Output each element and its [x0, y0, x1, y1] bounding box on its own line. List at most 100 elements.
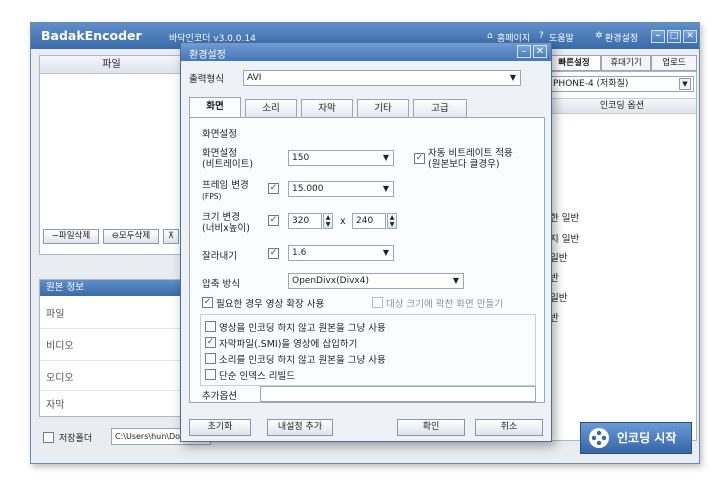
- help-icon: ?: [539, 31, 544, 41]
- chevron-down-icon: ▼: [679, 78, 691, 90]
- extra-options-input[interactable]: [260, 386, 536, 402]
- tab-upload[interactable]: 업로드: [651, 55, 697, 71]
- width-stepper[interactable]: ▲ ▼: [323, 213, 333, 229]
- maximize-button[interactable]: □: [667, 30, 681, 43]
- tab-mobile-devices[interactable]: 휴대기기: [601, 55, 651, 71]
- save-folder-label: 저장폴더: [59, 434, 93, 444]
- use-original-audio-checkbox[interactable]: [205, 353, 216, 364]
- info-row-audio: 오디오: [46, 373, 74, 384]
- use-original-audio-label: 소리를 인코딩 하지 않고 원본을 그냥 사용: [219, 355, 386, 366]
- size-change-checkbox[interactable]: ✓: [268, 215, 279, 226]
- frame-change-label: 프레임 변경 (FPS): [202, 180, 249, 201]
- compression-select[interactable]: OpenDivx(Divx4) ▼: [288, 273, 464, 289]
- source-info-header: 원본 정보: [40, 280, 183, 296]
- file-list-header: 파일: [40, 56, 183, 74]
- tab-quick-settings[interactable]: 빠른설정: [547, 55, 601, 71]
- embed-subtitle-checkbox[interactable]: ✓: [205, 337, 216, 348]
- chevron-down-icon: ▼: [509, 73, 516, 82]
- index-rebuild-checkbox[interactable]: [205, 369, 216, 380]
- info-row-subtitle: 자막: [46, 400, 65, 411]
- option-item[interactable]: 일반: [550, 250, 567, 264]
- tab-etc[interactable]: 기타: [357, 99, 409, 117]
- output-format-select[interactable]: AVI ▼: [243, 70, 521, 86]
- auto-bitrate-checkbox[interactable]: ✓: [414, 153, 425, 164]
- right-tab-bar: 빠른설정 휴대기기 업로드: [547, 55, 697, 71]
- dialog-minimize-button[interactable]: –: [517, 45, 531, 58]
- fit-screen-label: 대상 크기에 꽉찬 화면 만들기: [386, 299, 503, 310]
- settings-link[interactable]: 환경설정: [605, 31, 638, 44]
- screen-tab-panel: 화면설정 화면설정 (비트레이트) 150 ▼ ✓ 자동 비트레이트 적용 (원…: [189, 117, 545, 403]
- size-separator: x: [340, 216, 346, 227]
- home-icon: ⌂: [487, 31, 493, 41]
- film-reel-icon: [589, 428, 609, 448]
- embed-subtitle-label: 자막파일(.SMI)을 영상에 삽입하기: [219, 339, 358, 350]
- gear-icon: ✲: [595, 31, 603, 41]
- dialog-title: 환경설정: [189, 50, 226, 61]
- help-link[interactable]: 도움말: [549, 31, 574, 44]
- move-top-button[interactable]: ⊼: [163, 229, 179, 244]
- move-top-icon: ⊼: [167, 231, 175, 241]
- width-input[interactable]: 320: [288, 213, 322, 229]
- extra-options-label: 추가옵션: [202, 391, 237, 402]
- settings-tab-bar: 화면 소리 자막 기타 고급: [189, 97, 545, 118]
- divider: [40, 390, 183, 391]
- delete-all-button[interactable]: ⊖모두삭제: [103, 229, 159, 244]
- save-folder-row: 저장폴더 C:\Users\hun\Docu: [39, 427, 211, 447]
- expand-if-needed-label: 필요한 경우 영상 확장 사용: [216, 299, 325, 310]
- encode-start-button[interactable]: 인코딩 시작: [580, 422, 692, 454]
- tab-advanced[interactable]: 고급: [413, 99, 467, 117]
- option-item[interactable]: 한 일반: [550, 210, 579, 224]
- chevron-down-icon: ▼: [452, 276, 459, 285]
- compression-label: 압축 방식: [202, 279, 240, 290]
- chevron-up-icon: ▲: [389, 214, 395, 221]
- quick-settings-panel: PHONE-4 (저화질) ▼ 인코딩 옵션 한 일반 지 일반 일반 반 일반…: [547, 71, 697, 441]
- reset-button[interactable]: 초기화: [189, 419, 251, 436]
- use-original-video-checkbox[interactable]: [205, 321, 216, 332]
- file-list-panel[interactable]: 파일: [39, 55, 184, 255]
- cancel-button[interactable]: 취소: [475, 419, 543, 436]
- ok-button[interactable]: 확인: [397, 419, 465, 436]
- crop-select[interactable]: 1.6 ▼: [288, 245, 394, 261]
- options-group: 영상을 인코딩 하지 않고 원본을 그냥 사용 ✓ 자막파일(.SMI)을 영상…: [200, 314, 536, 386]
- chevron-up-icon: ▲: [325, 214, 331, 221]
- dialog-titlebar[interactable]: 환경설정 – ✕: [181, 43, 551, 61]
- minimize-button[interactable]: –: [651, 30, 665, 43]
- divider: [40, 328, 183, 329]
- tab-screen[interactable]: 화면: [189, 97, 241, 118]
- chevron-down-icon: ▼: [382, 184, 389, 193]
- frame-change-checkbox[interactable]: ✓: [268, 183, 279, 194]
- minus-icon: −: [51, 231, 59, 241]
- expand-if-needed-checkbox[interactable]: ✓: [202, 297, 213, 308]
- delete-all-icon: ⊖: [111, 231, 119, 241]
- save-folder-checkbox[interactable]: [43, 432, 54, 443]
- crop-checkbox[interactable]: ✓: [268, 248, 279, 259]
- height-stepper[interactable]: ▲ ▼: [387, 213, 397, 229]
- device-select[interactable]: PHONE-4 (저화질) ▼: [550, 76, 694, 92]
- output-format-label: 출력형식: [189, 74, 224, 85]
- close-button[interactable]: ✕: [683, 30, 697, 43]
- info-row-file: 파일: [46, 309, 65, 320]
- chevron-down-icon: ▼: [389, 221, 395, 228]
- divider: [40, 360, 183, 361]
- crop-label: 잘라내기: [202, 251, 237, 262]
- source-info-panel: 원본 정보 파일 비디오 오디오 자막: [39, 279, 184, 417]
- app-title: BadakEncoder: [41, 28, 142, 43]
- tab-sound[interactable]: 소리: [245, 99, 297, 117]
- height-input[interactable]: 240: [352, 213, 386, 229]
- dialog-close-button[interactable]: ✕: [533, 45, 547, 58]
- info-row-video: 비디오: [46, 341, 74, 352]
- fit-screen-checkbox[interactable]: [372, 297, 383, 308]
- auto-bitrate-label: 자동 비트레이트 적용 (원본보다 클경우): [428, 148, 513, 170]
- chevron-down-icon: ▼: [382, 153, 389, 162]
- settings-dialog: 환경설정 – ✕ 출력형식 AVI ▼ 화면 소리 자막 기타 고급 화면설정 …: [180, 42, 552, 442]
- option-item[interactable]: 지 일반: [550, 231, 579, 245]
- bitrate-select[interactable]: 150 ▼: [288, 150, 394, 166]
- size-change-label: 크기 변경 (너비x높이): [202, 212, 250, 234]
- fps-select[interactable]: 15.000 ▼: [288, 181, 394, 197]
- section-title: 화면설정: [202, 129, 237, 140]
- tab-subtitle[interactable]: 자막: [301, 99, 353, 117]
- encoding-options-header: 인코딩 옵션: [548, 98, 696, 114]
- delete-file-button[interactable]: −파일삭제: [43, 229, 99, 244]
- add-my-setting-button[interactable]: 내설정 추가: [267, 419, 333, 436]
- option-item[interactable]: 일반: [550, 290, 567, 304]
